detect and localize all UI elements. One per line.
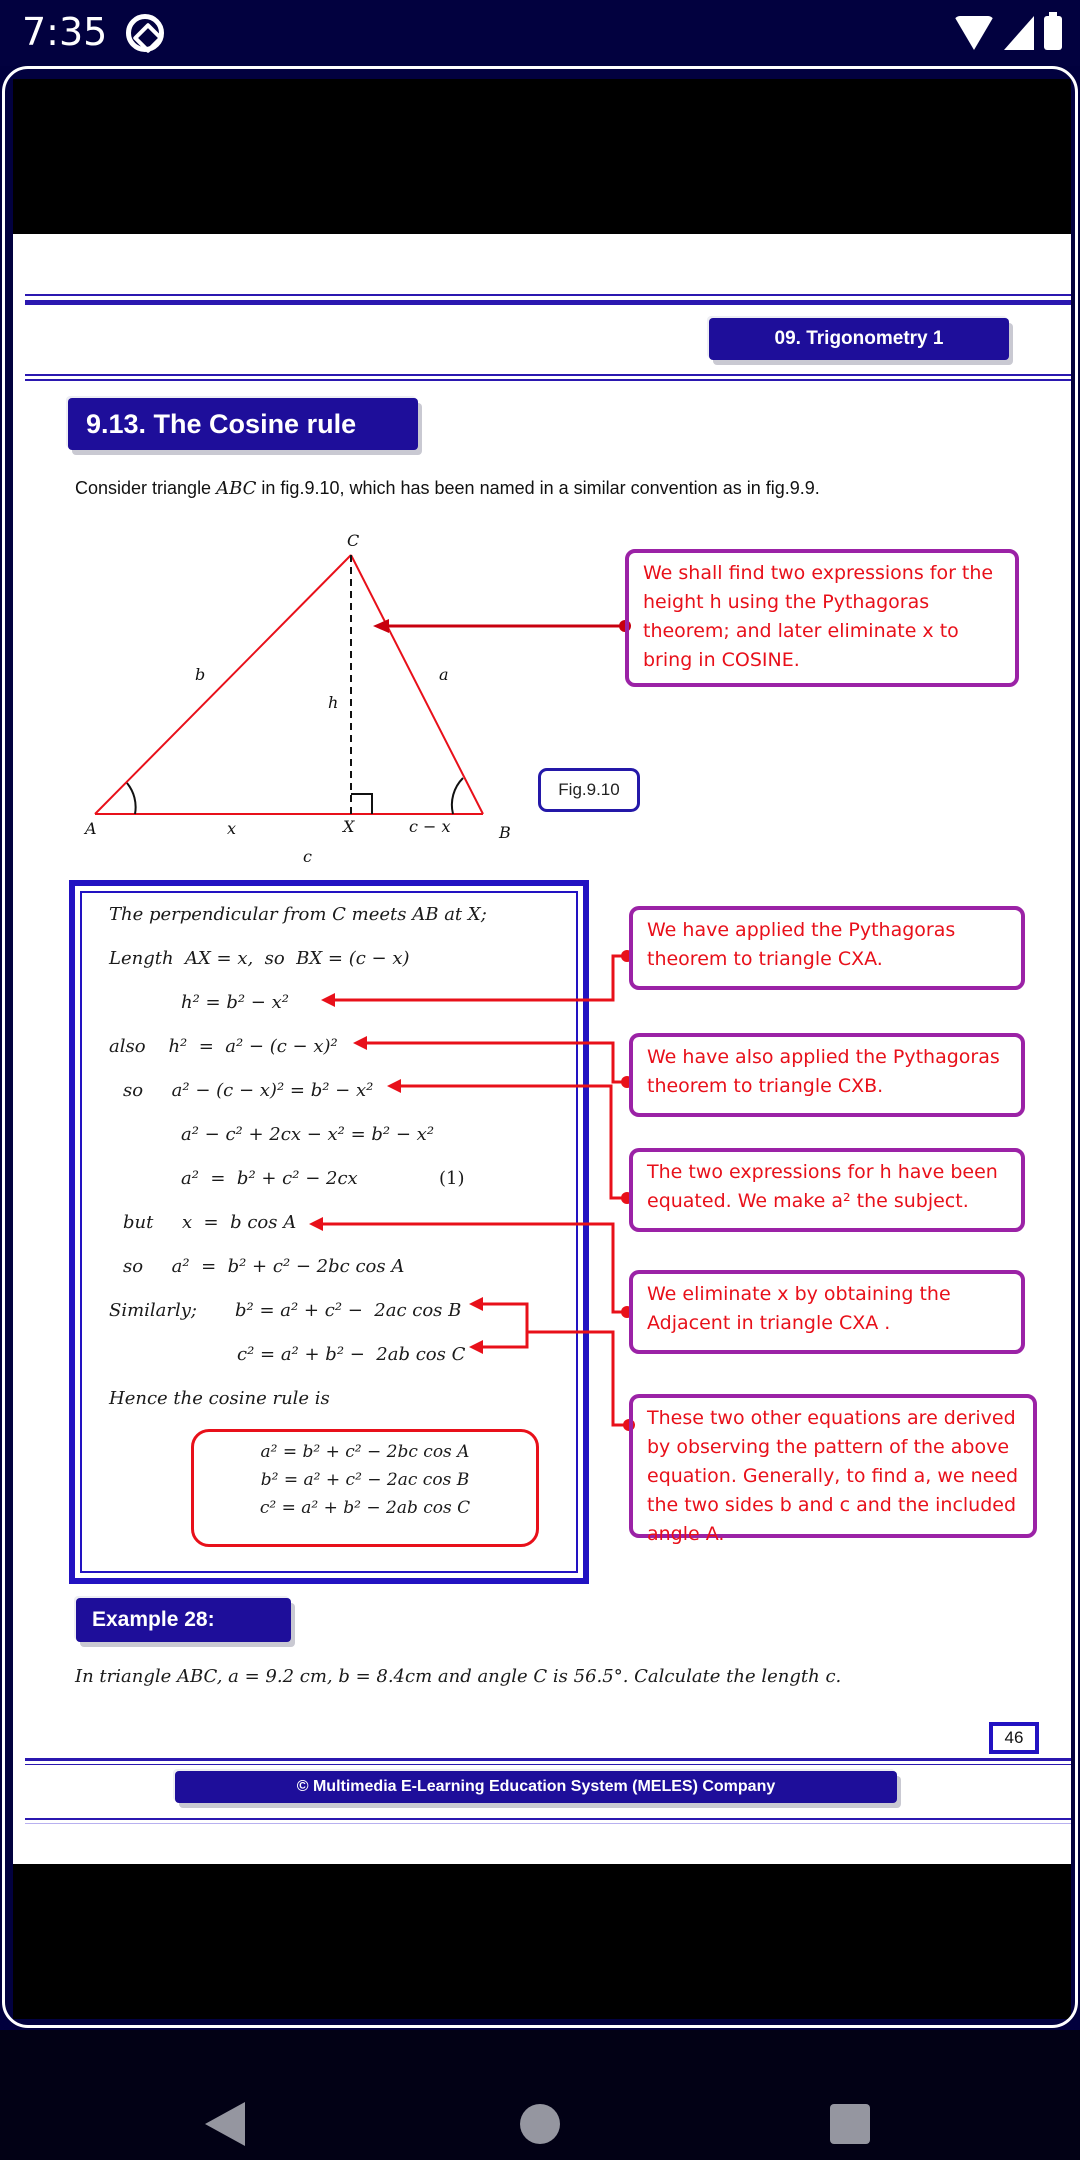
arrow-head [353,1036,367,1050]
status-time: 7:35 [22,10,108,54]
page-number: 46 [989,1722,1039,1754]
status-bar: 7:35 [0,0,1080,66]
footer-rule-bottom-thin [25,1823,1071,1824]
footer-rule [25,1758,1071,1761]
signal-icon [1004,16,1034,50]
footer-copyright: © Multimedia E-Learning Education System… [175,1771,897,1803]
arrow-head [387,1079,401,1093]
app-notification-icon [126,14,164,52]
note-pythagoras-cxb: We have also applied the Pythagoras theo… [629,1033,1025,1117]
arrow-head [321,993,335,1007]
bottom-letterbox [13,1864,1071,2019]
footer-rule-thin [25,1764,1071,1765]
arrow-head [469,1297,483,1311]
app-window: 09. Trigonometry 1 9.13. The Cosine rule… [2,66,1078,2028]
footer-rule-bottom [25,1818,1071,1820]
battery-icon [1044,12,1062,50]
arrow-head [309,1217,323,1231]
example-title: Example 28: [76,1598,291,1642]
note-equated: The two expressions for h have been equa… [629,1148,1025,1232]
note-eliminate-x: We eliminate x by obtaining the Adjacent… [629,1270,1025,1354]
note-pythagoras-cxa: We have applied the Pythagoras theorem t… [629,906,1025,990]
status-icons [954,12,1062,52]
back-button[interactable] [205,2102,245,2146]
home-button[interactable] [520,2104,560,2144]
wifi-icon [954,16,994,50]
top-letterbox [13,79,1071,234]
arrow-head [469,1340,483,1354]
note-pattern: These two other equations are derived by… [629,1394,1037,1545]
recents-button[interactable] [830,2104,870,2144]
document-page[interactable]: 09. Trigonometry 1 9.13. The Cosine rule… [13,234,1071,1864]
example-text: In triangle ABC, a = 9.2 cm, b = 8.4cm a… [75,1666,842,1687]
navigation-bar [0,2030,1080,2160]
